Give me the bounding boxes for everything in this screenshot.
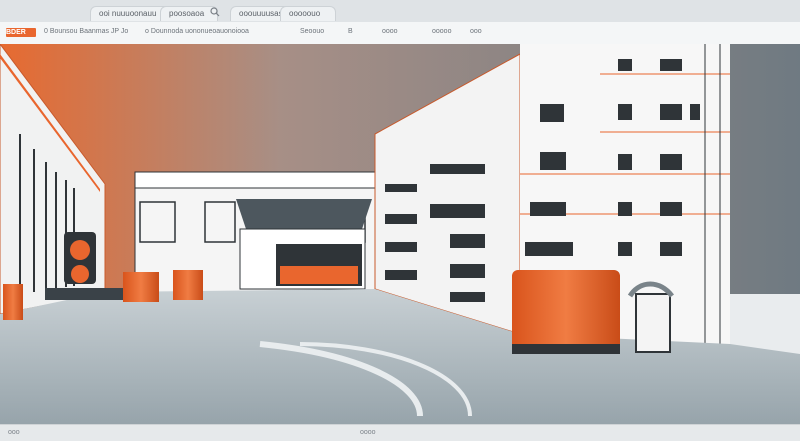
field-d[interactable]: ooooo bbox=[432, 28, 451, 35]
image-canvas[interactable] bbox=[0, 44, 800, 424]
status-left: ooo bbox=[8, 429, 20, 436]
image-icon bbox=[0, 44, 800, 424]
field-b[interactable]: B bbox=[348, 28, 353, 35]
status-center: oooo bbox=[360, 429, 376, 436]
tab-label: ooouuuusas bbox=[239, 9, 283, 18]
app-window: ooi nuuuoonauu poosoaoa ooouuuusas ooooo… bbox=[0, 0, 800, 441]
tab-label: ooi nuuuoonauu bbox=[99, 9, 157, 18]
tab-1[interactable]: ooi nuuuoonauu bbox=[90, 6, 170, 21]
field-c[interactable]: oooo bbox=[382, 28, 398, 35]
field-a[interactable]: Seoouo bbox=[300, 28, 324, 35]
tab-bar: ooi nuuuoonauu poosoaoa ooouuuusas ooooo… bbox=[0, 0, 800, 23]
tab-4[interactable]: ooooouo bbox=[280, 6, 336, 21]
field-e[interactable]: ooo bbox=[470, 28, 482, 35]
tab-label: ooooouo bbox=[289, 9, 321, 18]
tab-label: poosoaoa bbox=[169, 9, 205, 18]
toolbar: BDER 0 Bounsou Baanmas JP Jo o Dounnoda … bbox=[0, 22, 800, 45]
status-bar: ooo oooo bbox=[0, 424, 800, 441]
brand-label: BDER bbox=[6, 29, 26, 36]
search-icon[interactable] bbox=[210, 7, 220, 17]
breadcrumb[interactable]: 0 Bounsou Baanmas JP Jo bbox=[44, 28, 128, 35]
url-field[interactable]: o Dounnoda uononueoauonoiooa bbox=[145, 28, 249, 35]
